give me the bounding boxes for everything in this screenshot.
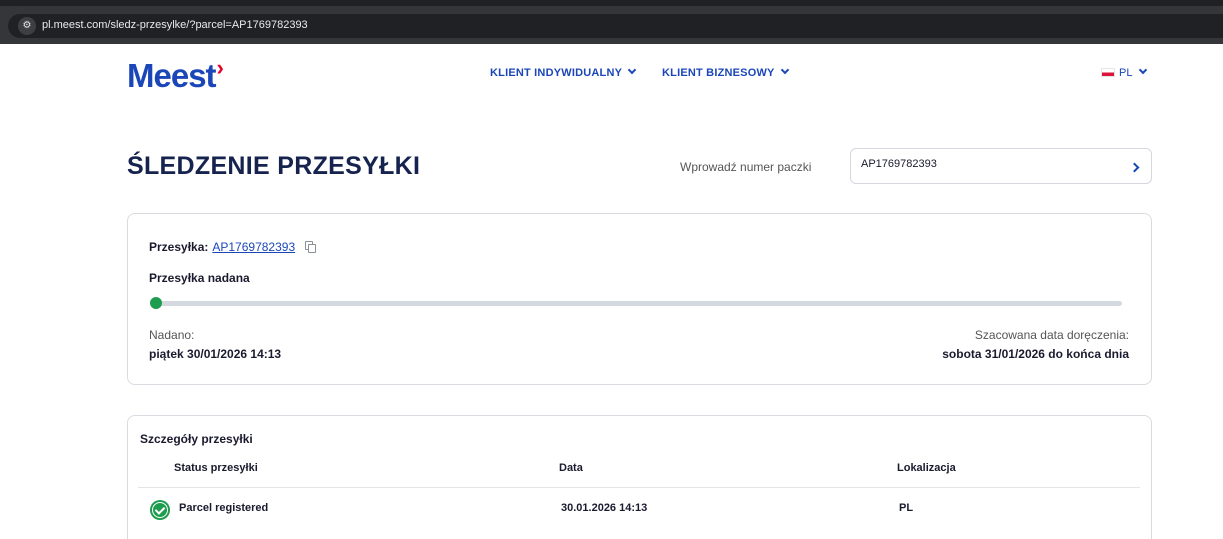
- shipment-summary-card: Przesyłka: AP1769782393 Przesyłka nadana …: [127, 213, 1152, 385]
- parcel-number-input[interactable]: [861, 158, 1111, 170]
- sent-label: Nadano:: [149, 328, 195, 342]
- url-field[interactable]: ⚙ pl.meest.com/sledz-przesylke/?parcel=A…: [8, 14, 1223, 38]
- browser-address-bar: ⚙ pl.meest.com/sledz-przesylke/?parcel=A…: [0, 0, 1223, 44]
- row-location: PL: [899, 502, 914, 514]
- shipment-label: Przesyłka:: [149, 240, 209, 254]
- eta-label: Szacowana data doręczenia:: [974, 328, 1129, 342]
- language-selector[interactable]: PL: [1101, 65, 1148, 79]
- sent-date: piątek 30/01/2026 14:13: [149, 347, 282, 361]
- shipment-status: Przesyłka nadana: [149, 271, 250, 285]
- column-header-date: Data: [559, 462, 583, 474]
- logo-text: Meest: [127, 57, 217, 94]
- shipment-details-card: Szczegóły przesyłki Status przesyłki Dat…: [127, 415, 1152, 539]
- search-label: Wprowadź numer paczki: [680, 160, 812, 174]
- url-text[interactable]: pl.meest.com/sledz-przesylke/?parcel=AP1…: [42, 19, 308, 31]
- nav-business-client-label: KLIENT BIZNESOWY: [662, 67, 775, 79]
- nav-business-client[interactable]: KLIENT BIZNESOWY: [662, 65, 789, 79]
- copy-icon[interactable]: [305, 241, 317, 253]
- row-date: 30.01.2026 14:13: [561, 502, 648, 514]
- chevron-down-icon: [627, 65, 637, 75]
- page-title: ŚLEDZENIE PRZESYŁKI: [127, 152, 421, 180]
- nav-individual-client-label: KLIENT INDYWIDUALNY: [490, 67, 623, 79]
- progress-indicator: [150, 297, 162, 309]
- chevron-down-icon: [1139, 65, 1148, 75]
- table-divider: [138, 487, 1140, 488]
- check-circle-icon: [150, 500, 170, 520]
- column-header-location: Lokalizacja: [897, 462, 956, 474]
- details-title: Szczegóły przesyłki: [140, 432, 253, 446]
- nav-individual-client[interactable]: KLIENT INDYWIDUALNY: [490, 65, 637, 79]
- meest-logo[interactable]: Meest›: [127, 55, 224, 95]
- site-info-icon[interactable]: ⚙: [18, 17, 36, 35]
- eta-date: sobota 31/01/2026 do końca dnia: [942, 347, 1129, 361]
- chevron-down-icon: [780, 65, 789, 75]
- parcel-search-box: [850, 148, 1152, 184]
- shipment-number-line: Przesyłka: AP1769782393: [149, 240, 317, 254]
- column-header-status: Status przesyłki: [174, 462, 258, 474]
- progress-track: [155, 301, 1122, 306]
- logo-mark-icon: ›: [216, 55, 224, 80]
- language-label: PL: [1119, 67, 1133, 79]
- poland-flag-icon: [1101, 68, 1115, 77]
- shipment-number-link[interactable]: AP1769782393: [212, 240, 295, 254]
- row-status: Parcel registered: [179, 502, 269, 514]
- chevron-right-icon[interactable]: [1129, 161, 1141, 173]
